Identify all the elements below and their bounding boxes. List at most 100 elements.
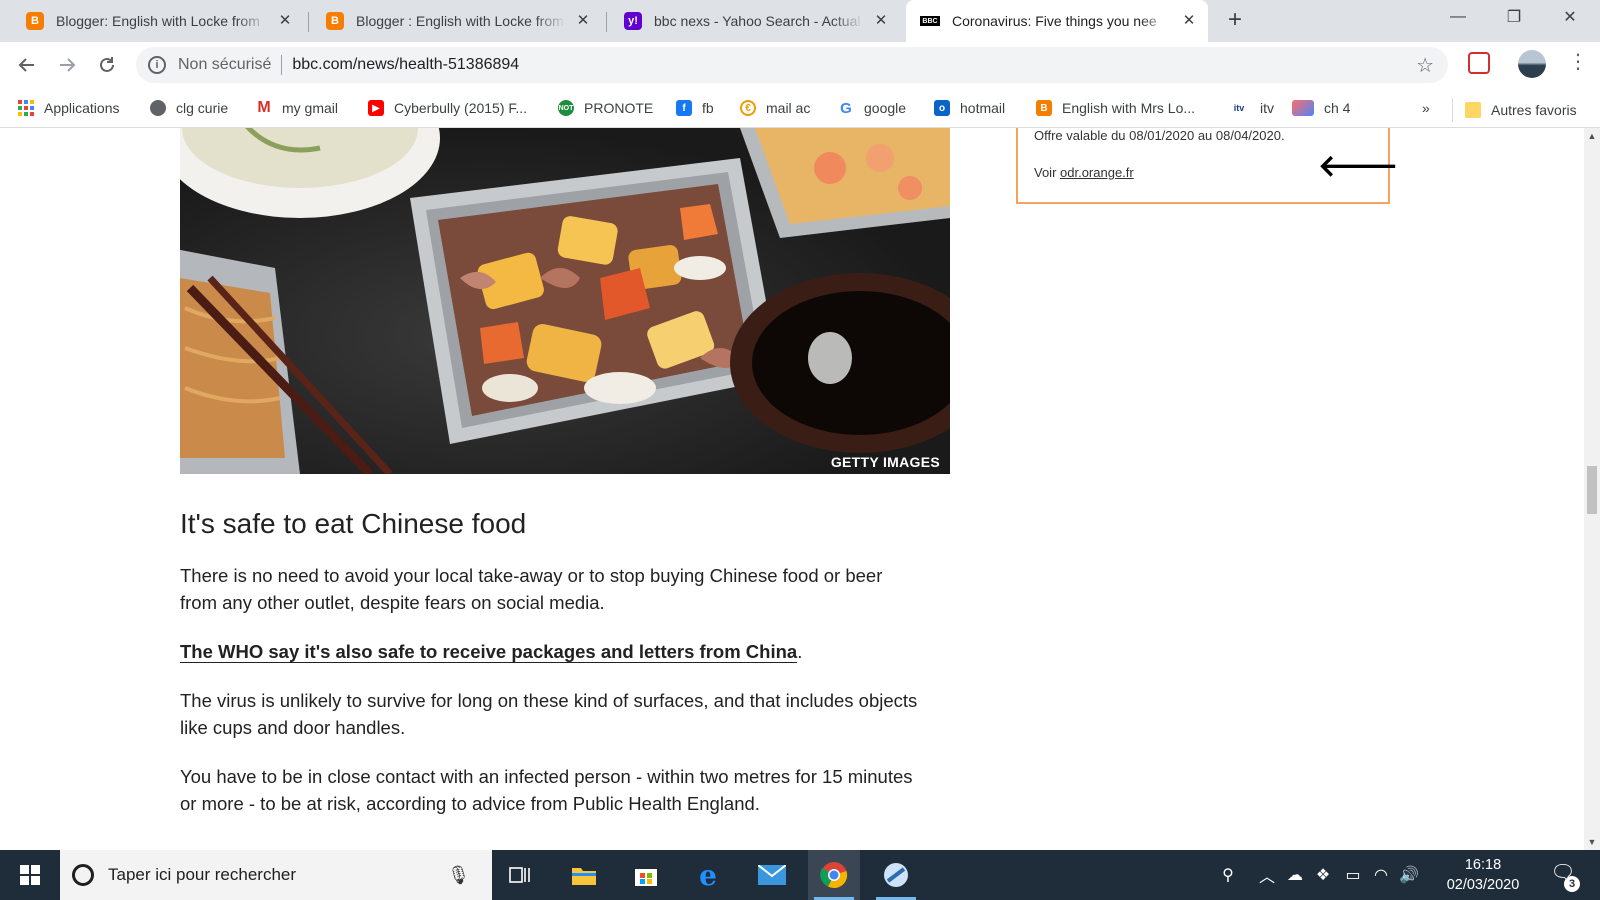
mail-app-icon[interactable]: [746, 850, 798, 900]
bookmark-label: hotmail: [960, 100, 1006, 116]
tab-bbc-coronavirus[interactable]: BBC Coronavirus: Five things you nee ✕: [906, 0, 1208, 42]
new-tab-button[interactable]: +: [1222, 8, 1248, 34]
scroll-up-arrow-icon[interactable]: ▲: [1584, 128, 1600, 144]
tab-separator: [606, 12, 607, 32]
show-hidden-icons-chevron-icon[interactable]: ︿: [1256, 850, 1278, 900]
bookmark-itv[interactable]: itv itv: [1228, 98, 1274, 118]
reload-button[interactable]: [92, 50, 122, 80]
tab-separator: [308, 12, 309, 32]
paragraph: There is no need to avoid your local tak…: [180, 565, 883, 613]
bbc-icon: BBC: [920, 16, 940, 26]
bookmark-label: google: [864, 100, 907, 116]
ad-link[interactable]: odr.orange.fr: [1060, 165, 1134, 180]
pinned-app-icon[interactable]: [870, 850, 922, 900]
bookmark-label: fb: [702, 100, 714, 116]
microsoft-store-icon[interactable]: [620, 850, 672, 900]
ad-offer-text: Offre valable du 08/01/2020 au 08/04/202…: [1034, 128, 1285, 143]
bookmark-label: Cyberbully (2015) F...: [394, 100, 528, 116]
section-heading: It's safe to eat Chinese food: [180, 508, 527, 539]
file-explorer-icon[interactable]: [558, 850, 610, 900]
forward-button[interactable]: [52, 50, 82, 80]
gmail-icon: M: [257, 99, 271, 116]
notification-badge: 3: [1564, 876, 1580, 892]
action-center-icon[interactable]: 🗨 3: [1548, 860, 1580, 892]
folder-icon: [1465, 102, 1481, 118]
close-window-button[interactable]: ✕: [1542, 0, 1598, 34]
channel4-icon: [1292, 100, 1314, 116]
mail-ac-icon: €: [740, 100, 756, 116]
web-page: GETTY IMAGES Offre valable du 08/01/2020…: [0, 128, 1584, 850]
yahoo-icon: y!: [624, 12, 642, 30]
bookmark-cyberbully[interactable]: ▶ Cyberbully (2015) F...: [368, 98, 527, 118]
url-text[interactable]: bbc.com/news/health-51386894: [292, 56, 519, 74]
who-packages-link[interactable]: The WHO say it's also safe to receive pa…: [180, 641, 798, 663]
chinese-food-image: GETTY IMAGES: [180, 128, 950, 474]
scroll-down-arrow-icon[interactable]: ▼: [1584, 834, 1600, 850]
restore-button[interactable]: ❐: [1486, 0, 1542, 34]
bookmark-label: clg curie: [176, 100, 229, 116]
bookmark-hotmail[interactable]: o hotmail: [934, 98, 1005, 118]
close-icon[interactable]: ✕: [872, 12, 890, 30]
taskbar-search-box[interactable]: Taper ici pour rechercher 🎙: [60, 850, 492, 900]
page-scrollbar[interactable]: ▲ ▼: [1584, 128, 1600, 850]
info-icon[interactable]: i: [148, 56, 166, 74]
profile-avatar[interactable]: [1518, 50, 1546, 78]
people-icon[interactable]: ⚲: [1212, 850, 1244, 900]
bookmark-label: ch 4: [1324, 100, 1351, 116]
bookmark-star-icon[interactable]: ☆: [1416, 53, 1434, 78]
paragraph: The virus is unlikely to survive for lon…: [180, 690, 918, 738]
bookmark-label: itv: [1260, 100, 1274, 116]
bookmark-google[interactable]: G google: [838, 98, 906, 118]
close-icon[interactable]: ✕: [1180, 12, 1198, 30]
minimize-button[interactable]: —: [1430, 0, 1486, 34]
bookmark-applications[interactable]: Applications: [18, 98, 120, 118]
volume-icon[interactable]: 🔊: [1396, 850, 1422, 900]
dropbox-icon[interactable]: ❖: [1310, 850, 1336, 900]
back-button[interactable]: [12, 50, 42, 80]
google-icon: G: [840, 99, 852, 117]
menu-dots-icon[interactable]: ⋮: [1568, 52, 1588, 74]
bookmark-pronote[interactable]: NOT PRONOTE: [558, 98, 653, 118]
apps-grid-icon: [18, 100, 34, 116]
tab-blogger-2[interactable]: B Blogger : English with Locke from ✕: [312, 0, 602, 42]
bookmark-english-mrs-lo[interactable]: B English with Mrs Lo...: [1036, 98, 1195, 118]
ad-banner[interactable]: Offre valable du 08/01/2020 au 08/04/202…: [1016, 128, 1398, 204]
task-view-icon[interactable]: [494, 850, 546, 900]
tab-blogger-1[interactable]: B Blogger: English with Locke from ✕: [12, 0, 304, 42]
bookmark-my-gmail[interactable]: M my gmail: [256, 98, 338, 118]
close-icon[interactable]: ✕: [276, 12, 294, 30]
bookmark-fb[interactable]: f fb: [676, 98, 714, 118]
arrow-left-icon: 🡐: [1318, 150, 1399, 183]
battery-icon[interactable]: ▭: [1340, 850, 1366, 900]
start-button[interactable]: [0, 850, 60, 900]
address-bar[interactable]: i Non sécurisé bbc.com/news/health-51386…: [136, 47, 1448, 83]
onedrive-cloud-icon[interactable]: ☁: [1282, 850, 1308, 900]
chrome-taskbar-icon[interactable]: [808, 850, 860, 900]
microphone-icon[interactable]: 🎙: [447, 865, 470, 886]
close-icon[interactable]: ✕: [574, 12, 592, 30]
scrollbar-thumb[interactable]: [1587, 466, 1597, 514]
blogger-icon: B: [326, 12, 344, 30]
youtube-icon: ▶: [368, 100, 384, 116]
period: .: [797, 641, 803, 662]
tab-title: Blogger: English with Locke from: [56, 13, 260, 29]
clock-date: 02/03/2020: [1446, 877, 1520, 893]
bookmark-clg-curie[interactable]: clg curie: [150, 98, 228, 118]
bookmark-label: Applications: [44, 100, 120, 116]
edge-browser-icon[interactable]: e: [682, 850, 734, 900]
search-placeholder: Taper ici pour rechercher: [108, 865, 297, 884]
bookmarks-overflow-button[interactable]: »: [1422, 98, 1430, 118]
other-bookmarks-label: Autres favoris: [1491, 102, 1577, 118]
tab-title: bbc nexs - Yahoo Search - Actual: [654, 13, 861, 29]
extension-pocket-icon[interactable]: [1468, 52, 1490, 74]
bookmark-ch4[interactable]: ch 4: [1292, 98, 1350, 118]
article-body: It's safe to eat Chinese food There is n…: [180, 508, 920, 839]
tab-yahoo-search[interactable]: y! bbc nexs - Yahoo Search - Actual ✕: [610, 0, 900, 42]
other-bookmarks-folder[interactable]: Autres favoris: [1452, 98, 1577, 122]
forward-arrow-icon: [60, 58, 76, 72]
clock[interactable]: 16:18 02/03/2020: [1440, 855, 1526, 895]
paragraph: You have to be in close contact with an …: [180, 766, 913, 814]
bookmark-mail-ac[interactable]: € mail ac: [740, 98, 810, 118]
cortana-icon: [72, 864, 94, 886]
wifi-icon[interactable]: ◠: [1368, 850, 1394, 900]
